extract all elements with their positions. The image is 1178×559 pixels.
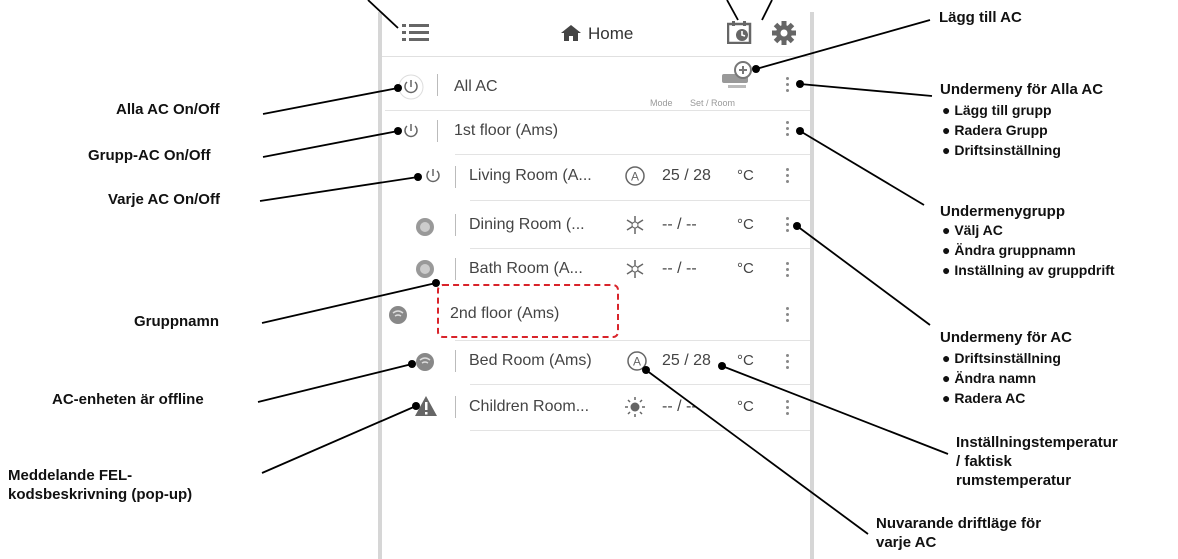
annotation-submenu-ac-list: ● Driftsinställning ● Ändra namn ● Rader… — [942, 348, 1061, 408]
list-item: ● Ändra gruppnamn — [942, 242, 1076, 258]
list-item: ● Välj AC — [942, 222, 1003, 238]
list-item: ● Lägg till grupp — [942, 102, 1052, 118]
annotation-group-name: Gruppnamn — [134, 313, 219, 330]
list-item: ● Radera Grupp — [942, 122, 1048, 138]
list-item: ● Driftsinställning — [942, 350, 1061, 366]
annotation-mode-line2: varje AC — [876, 534, 937, 551]
annotation-each-onoff: Varje AC On/Off — [108, 191, 220, 208]
annotation-temp-line1: Inställningstemperatur — [956, 434, 1118, 451]
annotation-all-onoff: Alla AC On/Off — [116, 101, 220, 118]
list-item: ● Driftsinställning — [942, 142, 1061, 158]
annotation-submenu-group-title: Undermenygrupp — [940, 203, 1066, 220]
annotation-group-onoff: Grupp-AC On/Off — [88, 147, 211, 164]
annotation-offline: AC-enheten är offline — [52, 391, 204, 408]
list-item: ● Ändra namn — [942, 370, 1037, 386]
annotation-temp-line3: rumstemperatur — [956, 472, 1072, 489]
annotation-submenu-ac-title: Undermeny för AC — [940, 329, 1072, 346]
list-item: ● Inställning av gruppdrift — [942, 262, 1115, 278]
annotation-error-line1: Meddelande FEL- — [8, 467, 133, 484]
annotation-submenu-all-list: ● Lägg till grupp ● Radera Grupp ● Drift… — [942, 100, 1061, 160]
annotation-add-ac: Lägg till AC — [939, 9, 1022, 26]
annotation-error-line2: kodsbeskrivning (pop-up) — [8, 486, 193, 503]
annotation-submenu-all-title: Undermeny för Alla AC — [940, 81, 1104, 98]
annotation-submenu-group-list: ● Välj AC ● Ändra gruppnamn ● Inställnin… — [942, 220, 1115, 280]
annotation-mode-line1: Nuvarande driftläge för — [876, 515, 1042, 532]
annotation-temp-line2: / faktisk — [956, 453, 1012, 470]
list-item: ● Radera AC — [942, 390, 1026, 406]
